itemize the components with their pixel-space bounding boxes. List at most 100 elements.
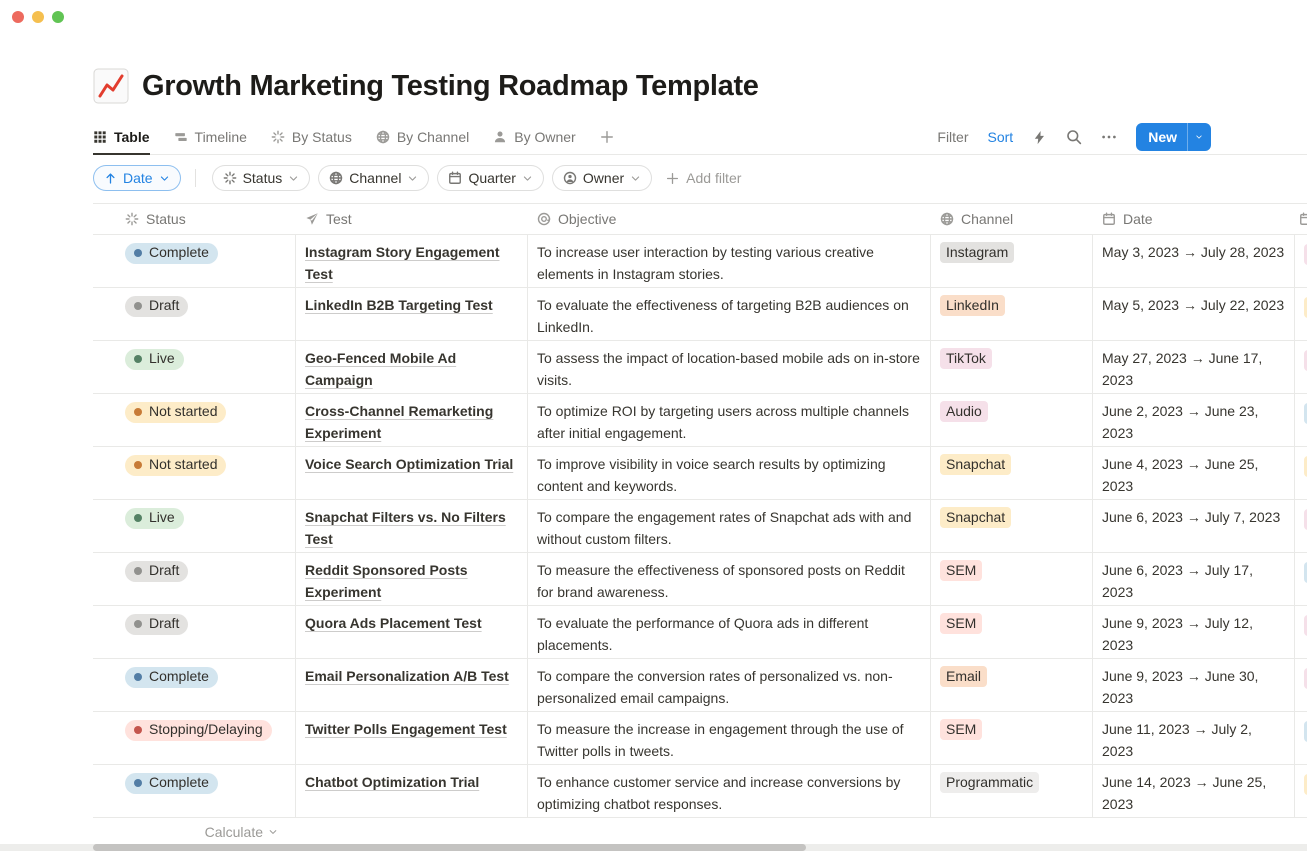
cell-channel[interactable]: Snapchat (931, 447, 1093, 499)
cell-status[interactable]: Not started (93, 447, 296, 499)
chart-increasing-icon[interactable] (93, 68, 129, 104)
add-view-button[interactable] (600, 120, 614, 154)
sort-button[interactable]: Sort (988, 129, 1014, 145)
cell-objective[interactable]: To assess the impact of location-based m… (528, 341, 931, 393)
cell-quarter-partial[interactable] (1295, 712, 1307, 764)
filter-pill-quarter[interactable]: Quarter (437, 165, 543, 191)
cell-test[interactable]: Email Personalization A/B Test (296, 659, 528, 711)
cell-quarter-partial[interactable] (1295, 235, 1307, 287)
cell-test[interactable]: Reddit Sponsored Posts Experiment (296, 553, 528, 605)
cell-status[interactable]: Draft (93, 553, 296, 605)
cell-quarter-partial[interactable] (1295, 553, 1307, 605)
scrollbar-thumb[interactable] (93, 844, 806, 851)
cell-quarter-partial[interactable] (1295, 447, 1307, 499)
minimize-window-button[interactable] (32, 11, 44, 23)
column-header-peek[interactable] (1295, 204, 1307, 234)
cell-objective[interactable]: To compare the engagement rates of Snapc… (528, 500, 931, 552)
cell-quarter-partial[interactable] (1295, 659, 1307, 711)
test-page-link[interactable]: Email Personalization A/B Test (305, 668, 509, 684)
cell-quarter-partial[interactable] (1295, 394, 1307, 446)
cell-date[interactable]: June 4, 2023 → June 25, 2023 (1093, 447, 1295, 499)
cell-status[interactable]: Stopping/Delaying (93, 712, 296, 764)
test-page-link[interactable]: Geo-Fenced Mobile Ad Campaign (305, 350, 456, 388)
cell-test[interactable]: Geo-Fenced Mobile Ad Campaign (296, 341, 528, 393)
cell-date[interactable]: May 27, 2023 → June 17, 2023 (1093, 341, 1295, 393)
cell-objective[interactable]: To evaluate the effectiveness of targeti… (528, 288, 931, 340)
cell-date[interactable]: May 3, 2023 → July 28, 2023 (1093, 235, 1295, 287)
column-header-status[interactable]: Status (93, 204, 296, 234)
cell-test[interactable]: LinkedIn B2B Targeting Test (296, 288, 528, 340)
cell-status[interactable]: Live (93, 341, 296, 393)
cell-test[interactable]: Chatbot Optimization Trial (296, 765, 528, 817)
test-page-link[interactable]: Snapchat Filters vs. No Filters Test (305, 509, 506, 547)
cell-date[interactable]: June 6, 2023 → July 17, 2023 (1093, 553, 1295, 605)
filter-pill-owner[interactable]: Owner (552, 165, 652, 191)
chevron-down-icon[interactable] (1187, 123, 1211, 151)
cell-date[interactable]: June 14, 2023 → June 25, 2023 (1093, 765, 1295, 817)
test-page-link[interactable]: Chatbot Optimization Trial (305, 774, 479, 790)
cell-status[interactable]: Complete (93, 765, 296, 817)
test-page-link[interactable]: LinkedIn B2B Targeting Test (305, 297, 493, 313)
tab-table[interactable]: Table (93, 121, 150, 155)
cell-status[interactable]: Complete (93, 235, 296, 287)
cell-channel[interactable]: Audio (931, 394, 1093, 446)
cell-channel[interactable]: Email (931, 659, 1093, 711)
cell-status[interactable]: Draft (93, 288, 296, 340)
test-page-link[interactable]: Instagram Story Engagement Test (305, 244, 500, 282)
more-icon[interactable] (1101, 129, 1117, 145)
cell-channel[interactable]: TikTok (931, 341, 1093, 393)
cell-date[interactable]: June 11, 2023 → July 2, 2023 (1093, 712, 1295, 764)
cell-date[interactable]: June 9, 2023 → June 30, 2023 (1093, 659, 1295, 711)
sort-pill-date[interactable]: Date (93, 165, 181, 191)
test-page-link[interactable]: Voice Search Optimization Trial (305, 456, 513, 472)
cell-objective[interactable]: To measure the increase in engagement th… (528, 712, 931, 764)
page-title[interactable]: Growth Marketing Testing Roadmap Templat… (142, 70, 759, 103)
cell-channel[interactable]: SEM (931, 553, 1093, 605)
cell-channel[interactable]: SEM (931, 606, 1093, 658)
cell-quarter-partial[interactable] (1295, 341, 1307, 393)
cell-date[interactable]: May 5, 2023 → July 22, 2023 (1093, 288, 1295, 340)
search-icon[interactable] (1066, 129, 1082, 145)
test-page-link[interactable]: Quora Ads Placement Test (305, 615, 482, 631)
close-window-button[interactable] (12, 11, 24, 23)
cell-date[interactable]: June 6, 2023 → July 7, 2023 (1093, 500, 1295, 552)
cell-channel[interactable]: LinkedIn (931, 288, 1093, 340)
tab-by-status[interactable]: By Status (271, 120, 352, 154)
cell-quarter-partial[interactable] (1295, 500, 1307, 552)
cell-objective[interactable]: To compare the conversion rates of perso… (528, 659, 931, 711)
cell-test[interactable]: Cross-Channel Remarketing Experiment (296, 394, 528, 446)
cell-quarter-partial[interactable] (1295, 288, 1307, 340)
zoom-window-button[interactable] (52, 11, 64, 23)
cell-objective[interactable]: To improve visibility in voice search re… (528, 447, 931, 499)
cell-channel[interactable]: Programmatic (931, 765, 1093, 817)
cell-channel[interactable]: SEM (931, 712, 1093, 764)
test-page-link[interactable]: Reddit Sponsored Posts Experiment (305, 562, 468, 600)
cell-channel[interactable]: Snapchat (931, 500, 1093, 552)
column-header-objective[interactable]: Objective (528, 204, 931, 234)
cell-objective[interactable]: To enhance customer service and increase… (528, 765, 931, 817)
cell-test[interactable]: Snapchat Filters vs. No Filters Test (296, 500, 528, 552)
cell-objective[interactable]: To measure the effectiveness of sponsore… (528, 553, 931, 605)
cell-objective[interactable]: To optimize ROI by targeting users acros… (528, 394, 931, 446)
filter-pill-channel[interactable]: Channel (318, 165, 429, 191)
cell-test[interactable]: Twitter Polls Engagement Test (296, 712, 528, 764)
cell-quarter-partial[interactable] (1295, 765, 1307, 817)
add-filter-button[interactable]: Add filter (666, 170, 741, 186)
test-page-link[interactable]: Cross-Channel Remarketing Experiment (305, 403, 493, 441)
cell-status[interactable]: Live (93, 500, 296, 552)
cell-channel[interactable]: Instagram (931, 235, 1093, 287)
tab-by-owner[interactable]: By Owner (493, 120, 575, 154)
cell-quarter-partial[interactable] (1295, 606, 1307, 658)
filter-button[interactable]: Filter (937, 129, 968, 145)
column-header-channel[interactable]: Channel (931, 204, 1093, 234)
cell-status[interactable]: Not started (93, 394, 296, 446)
tab-by-channel[interactable]: By Channel (376, 120, 469, 154)
test-page-link[interactable]: Twitter Polls Engagement Test (305, 721, 507, 737)
bolt-icon[interactable] (1032, 130, 1047, 145)
calculate-row[interactable]: Calculate (93, 818, 296, 846)
column-header-date[interactable]: Date (1093, 204, 1295, 234)
cell-date[interactable]: June 9, 2023 → July 12, 2023 (1093, 606, 1295, 658)
cell-objective[interactable]: To evaluate the performance of Quora ads… (528, 606, 931, 658)
new-button[interactable]: New (1136, 123, 1211, 151)
filter-pill-status[interactable]: Status (212, 165, 311, 191)
